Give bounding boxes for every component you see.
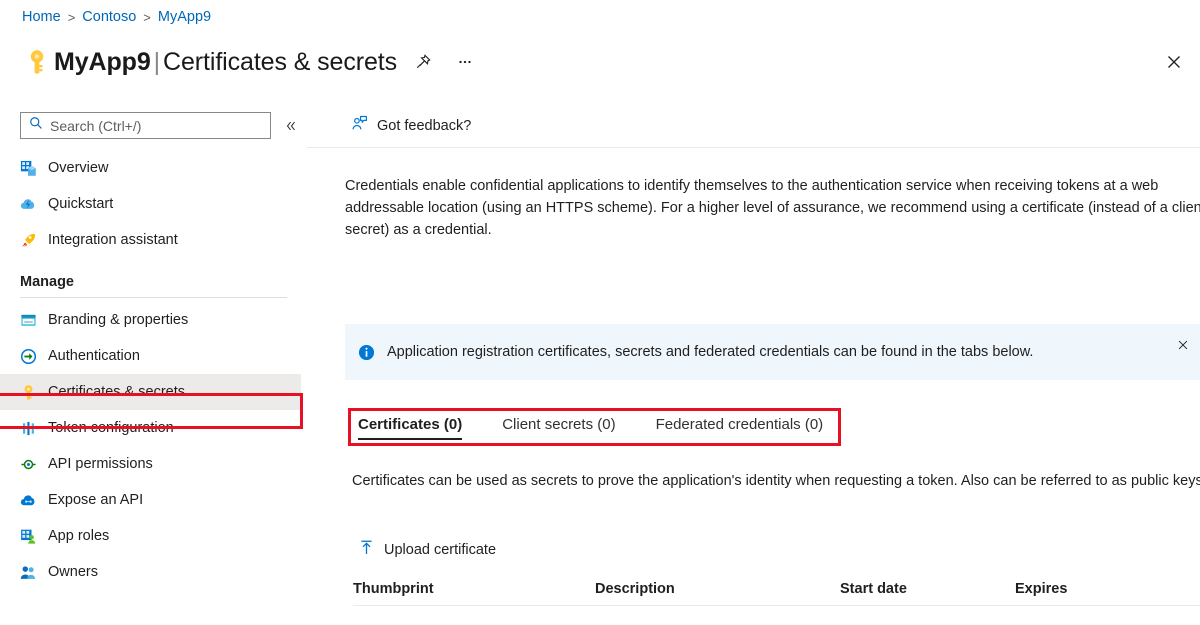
sidebar-item-label: App roles (48, 528, 109, 544)
column-header-thumbprint[interactable]: Thumbprint (353, 581, 595, 597)
svg-text:www: www (24, 318, 33, 323)
sidebar-item-label: Authentication (48, 348, 140, 364)
page-title-separator: | (151, 48, 163, 76)
page-title: MyApp9|Certificates & secrets (54, 48, 397, 77)
key-icon (20, 384, 48, 401)
breadcrumb-item-home[interactable]: Home (22, 9, 61, 25)
column-header-description[interactable]: Description (595, 581, 840, 597)
search-input[interactable] (50, 118, 262, 134)
sidebar-item-label: Expose an API (48, 492, 143, 508)
info-banner-close-icon[interactable] (1167, 329, 1199, 361)
tab-federated-credentials[interactable]: Federated credentials (0) (646, 412, 834, 442)
sidebar-item-integration-assistant[interactable]: Integration assistant (0, 222, 307, 258)
key-icon (20, 49, 54, 75)
column-header-expires[interactable]: Expires (1015, 581, 1195, 597)
close-blade-button[interactable] (1156, 44, 1192, 80)
chevron-double-left-icon[interactable] (280, 114, 302, 138)
certificates-table: Thumbprint Description Start date Expire… (353, 572, 1200, 625)
rocket-icon (20, 232, 48, 249)
search-icon (29, 116, 43, 135)
column-header-start-date[interactable]: Start date (840, 581, 1015, 597)
table-header-row: Thumbprint Description Start date Expire… (353, 572, 1200, 606)
sidebar-item-expose-an-api[interactable]: Expose an API (0, 482, 307, 518)
info-banner: Application registration certificates, s… (345, 324, 1200, 380)
sidebar-item-label: Integration assistant (48, 232, 178, 248)
sidebar-item-label: Quickstart (48, 196, 113, 212)
search-input-wrapper[interactable] (20, 112, 271, 139)
sidebar-item-label: Overview (48, 160, 108, 176)
breadcrumb-item-contoso[interactable]: Contoso (82, 9, 136, 25)
breadcrumb: Home > Contoso > MyApp9 (22, 9, 211, 25)
sidebar-item-label: API permissions (48, 456, 153, 472)
sidebar-item-token-configuration[interactable]: Token configuration (0, 410, 307, 446)
sidebar-search-row (20, 112, 302, 139)
arrow-in-circle-icon (20, 348, 48, 365)
connector-icon (20, 456, 48, 473)
sidebar-section-manage: Manage (0, 258, 307, 293)
upload-certificate-row: Upload certificate (352, 534, 502, 566)
breadcrumb-separator-icon: > (143, 10, 151, 25)
tab-client-secrets[interactable]: Client secrets (0) (492, 412, 625, 442)
content-body: Credentials enable confidential applicat… (345, 148, 1200, 625)
sidebar-item-label: Certificates & secrets (48, 384, 185, 400)
sidebar-item-certificates-secrets[interactable]: Certificates & secrets (0, 374, 307, 410)
cloud-lightning-icon (20, 196, 48, 213)
command-bar: Got feedback? (307, 104, 1200, 148)
upload-icon (358, 539, 375, 561)
sidebar-item-label: Token configuration (48, 420, 174, 436)
got-feedback-button[interactable]: Got feedback? (345, 110, 477, 142)
browser-window-icon: www (20, 312, 48, 329)
sidebar-item-api-permissions[interactable]: API permissions (0, 446, 307, 482)
sidebar-nav: Overview Quickstart (0, 150, 307, 590)
info-banner-text: Application registration certificates, s… (387, 344, 1167, 360)
breadcrumb-separator-icon: > (68, 10, 76, 25)
azure-portal-blade: Home > Contoso > MyApp9 MyApp9|Certifica… (0, 0, 1200, 625)
bars-icon (20, 420, 48, 437)
table-empty-message: No certificates have been added for this… (353, 606, 1200, 625)
sidebar-divider (20, 297, 287, 298)
page-title-app-name: MyApp9 (54, 48, 151, 76)
sidebar-item-authentication[interactable]: Authentication (0, 338, 307, 374)
feedback-person-icon (351, 115, 368, 137)
sidebar-item-branding-properties[interactable]: www Branding & properties (0, 302, 307, 338)
sidebar-item-app-roles[interactable]: App roles (0, 518, 307, 554)
sidebar-item-label: Branding & properties (48, 312, 188, 328)
sidebar-item-owners[interactable]: Owners (0, 554, 307, 590)
tab-certificates[interactable]: Certificates (0) (348, 412, 472, 442)
upload-certificate-label: Upload certificate (384, 542, 496, 558)
overview-grid-icon (20, 160, 48, 177)
info-icon (345, 344, 387, 361)
certificates-description: Certificates can be used as secrets to p… (352, 470, 1200, 492)
cloud-api-icon (20, 492, 48, 509)
blade-sidebar: Overview Quickstart (0, 104, 307, 625)
ellipsis-icon[interactable] (449, 46, 481, 78)
pin-icon[interactable] (407, 46, 439, 78)
credential-tabs: Certificates (0) Client secrets (0) Fede… (348, 412, 853, 442)
credentials-intro-text: Credentials enable confidential applicat… (345, 175, 1200, 241)
grid-person-icon (20, 528, 48, 545)
blade-content: Got feedback? Credentials enable confide… (307, 104, 1200, 625)
breadcrumb-item-myapp9[interactable]: MyApp9 (158, 9, 211, 25)
blade-title-row: MyApp9|Certificates & secrets (20, 40, 1180, 84)
sidebar-item-overview[interactable]: Overview (0, 150, 307, 186)
people-icon (20, 564, 48, 581)
got-feedback-label: Got feedback? (377, 118, 471, 134)
sidebar-item-quickstart[interactable]: Quickstart (0, 186, 307, 222)
sidebar-item-label: Owners (48, 564, 98, 580)
page-title-section: Certificates & secrets (163, 48, 397, 76)
upload-certificate-button[interactable]: Upload certificate (352, 534, 502, 566)
